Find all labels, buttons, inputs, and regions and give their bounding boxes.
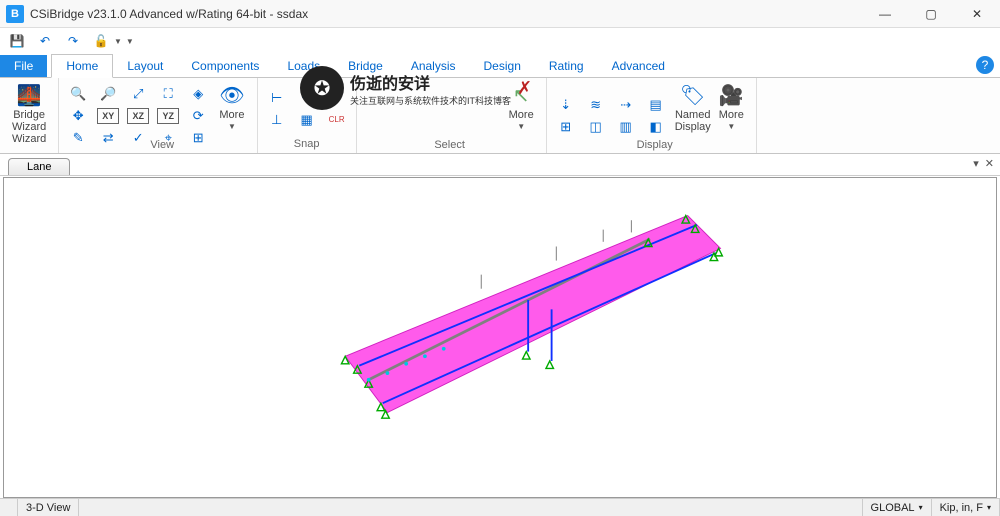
maximize-button[interactable]: ▢ — [908, 0, 954, 28]
zoom-out-icon[interactable]: 🔎 — [97, 84, 119, 104]
snap-clear-icon[interactable]: CLR — [326, 110, 348, 130]
minimize-button[interactable]: — — [862, 0, 908, 28]
cursor-icon: ↖ — [513, 83, 530, 108]
tab-home[interactable]: Home — [51, 54, 113, 78]
group-select: ↖ More ▼ Select — [357, 78, 547, 153]
tab-advanced[interactable]: Advanced — [598, 55, 679, 77]
tab-bridge[interactable]: Bridge — [334, 55, 397, 77]
help-icon[interactable]: ? — [976, 56, 994, 74]
pan-icon[interactable]: ✥ — [67, 106, 89, 126]
bridge-model-3d — [4, 178, 996, 497]
window-title: CSiBridge v23.1.0 Advanced w/Rating 64-b… — [30, 7, 308, 21]
model-viewport[interactable] — [3, 177, 997, 498]
app-icon: B — [6, 5, 24, 23]
quick-access-toolbar: 💾 ↶ ↷ 🔓▼ ▼ — [0, 28, 1000, 54]
snap-perp-icon[interactable]: ⊥ — [266, 110, 288, 130]
group-label-display: Display — [555, 139, 755, 151]
status-bar: 3-D View GLOBAL▾ Kip, in, F▾ — [0, 498, 1000, 516]
snap-mid-icon[interactable]: ⊣ — [296, 88, 318, 108]
redo-icon[interactable]: ↷ — [64, 32, 82, 50]
tab-layout[interactable]: Layout — [113, 55, 177, 77]
disp-g-icon[interactable]: ▥ — [615, 117, 637, 137]
tab-file[interactable]: File — [0, 55, 47, 77]
group-label-snap: Snap — [294, 138, 320, 150]
group-label-view: View — [67, 139, 257, 151]
camera-icon: 🎥 — [719, 83, 744, 108]
named-display-icon: 🏷 — [680, 83, 705, 108]
save-icon[interactable]: 💾 — [8, 32, 26, 50]
disp-f-icon[interactable]: ◫ — [585, 117, 607, 137]
snap-grid-icon[interactable]: ▦ — [296, 110, 318, 130]
doctab-close-icon[interactable]: ✕ — [985, 157, 994, 170]
disp-d-icon[interactable]: ▤ — [645, 95, 667, 115]
status-coord-system[interactable]: GLOBAL▾ — [863, 499, 932, 516]
disp-h-icon[interactable]: ◧ — [645, 117, 667, 137]
title-bar: B CSiBridge v23.1.0 Advanced w/Rating 64… — [0, 0, 1000, 28]
eye-icon: 👁 — [219, 83, 244, 108]
tab-design[interactable]: Design — [470, 55, 535, 77]
doctab-lane[interactable]: Lane — [8, 158, 70, 175]
tab-analysis[interactable]: Analysis — [397, 55, 470, 77]
tab-components[interactable]: Components — [177, 55, 273, 77]
zoom-in-icon[interactable]: 🔍 — [67, 84, 89, 104]
document-tab-bar: Lane ▾ ✕ — [0, 154, 1000, 176]
group-display: ⇣ ≋ ⇢ ▤ ⊞ ◫ ▥ ◧ 🏷 Named Display 🎥 More ▼… — [547, 78, 757, 153]
group-label-select: Select — [365, 139, 535, 151]
plane-xz-button[interactable]: XZ — [127, 108, 149, 124]
qat-customize-dropdown[interactable]: ▼ — [126, 37, 134, 46]
undo-icon[interactable]: ↶ — [36, 32, 54, 50]
status-units[interactable]: Kip, in, F▾ — [932, 499, 1000, 516]
close-button[interactable]: ✕ — [954, 0, 1000, 28]
zoom-window-icon[interactable]: ⛶ — [157, 84, 179, 104]
disp-a-icon[interactable]: ⇣ — [555, 95, 577, 115]
status-view-name: 3-D View — [18, 499, 79, 516]
view-3d-icon[interactable]: ◈ — [187, 84, 209, 104]
rotate-icon[interactable]: ⟳ — [187, 106, 209, 126]
tab-rating[interactable]: Rating — [535, 55, 598, 77]
bridge-wizard-button[interactable]: 🌉 Bridge Wizard Wizard — [8, 81, 50, 147]
lock-icon[interactable]: 🔓 — [92, 32, 110, 50]
disp-e-icon[interactable]: ⊞ — [555, 117, 577, 137]
ribbon-tab-strip: File Home Layout Components Loads Bridge… — [0, 54, 1000, 78]
group-snap: ⊢ ⊣ ✶ ⊥ ▦ CLR Snap — [258, 78, 357, 153]
snap-int-icon[interactable]: ✶ — [326, 88, 348, 108]
plane-yz-button[interactable]: YZ — [157, 108, 179, 124]
group-wizard: 🌉 Bridge Wizard Wizard — [0, 78, 59, 153]
group-view: 🔍 🔎 ⤢ ⛶ ◈ ✥ XY XZ YZ ⟳ ✎ ⇄ ✓ ⌖ ⊞ 👁 — [59, 78, 257, 153]
plane-xy-button[interactable]: XY — [97, 108, 119, 124]
zoom-extents-icon[interactable]: ⤢ — [127, 84, 149, 104]
doctab-dropdown-icon[interactable]: ▾ — [973, 157, 979, 170]
ribbon: 🌉 Bridge Wizard Wizard 🔍 🔎 ⤢ ⛶ ◈ ✥ XY XZ… — [0, 78, 1000, 154]
disp-c-icon[interactable]: ⇢ — [615, 95, 637, 115]
tab-loads[interactable]: Loads — [273, 55, 334, 77]
snap-end-icon[interactable]: ⊢ — [266, 88, 288, 108]
bridge-icon: 🌉 — [17, 83, 42, 108]
disp-b-icon[interactable]: ≋ — [585, 95, 607, 115]
